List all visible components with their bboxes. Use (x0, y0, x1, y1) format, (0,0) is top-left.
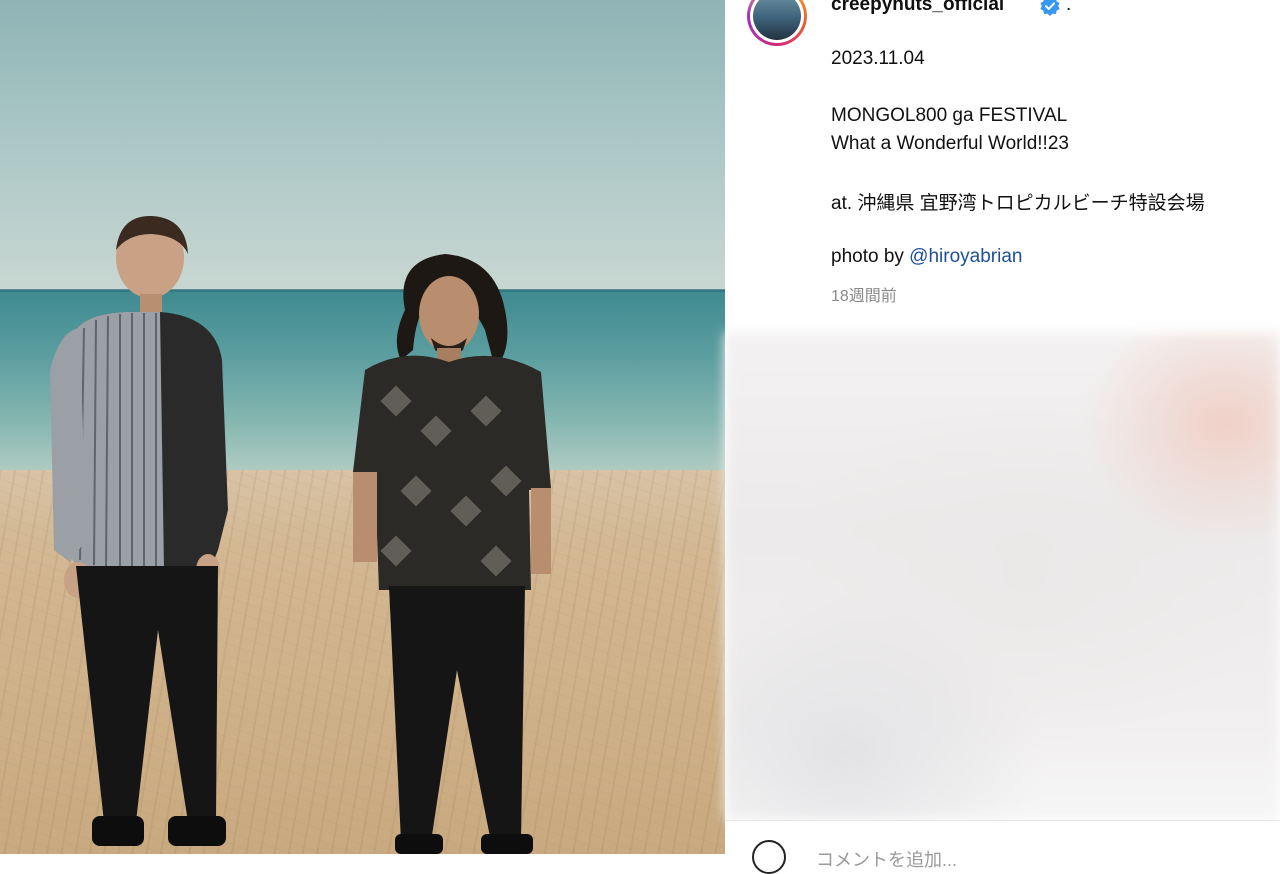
caption-date: 2023.11.04 (831, 48, 925, 69)
caption-location: at. 沖縄県 宜野湾トロピカルビーチ特設会場 (831, 193, 1205, 214)
verified-badge-icon (1040, 0, 1060, 16)
username-link[interactable]: creepyhuts_official (831, 0, 1004, 16)
comment-input[interactable]: コメントを追加... (816, 846, 957, 872)
comment-bar (725, 820, 1280, 855)
post-photo[interactable] (0, 0, 725, 854)
photo-credit-prefix: photo by (831, 246, 910, 267)
emoji-icon[interactable] (752, 840, 786, 874)
avatar-image (753, 0, 801, 40)
caption-event-line-1: MONGOL800 ga FESTIVAL (831, 105, 1068, 126)
post-time-ago[interactable]: 18週間前 (831, 282, 897, 306)
person-left (50, 215, 228, 846)
caption-separator: . (1066, 0, 1072, 15)
caption-event-line-2: What a Wonderful World!!23 (831, 133, 1069, 154)
post-caption (725, 0, 1280, 333)
comments-area-blurred (725, 333, 1280, 820)
person-right (353, 254, 551, 854)
photo-credit-handle-link[interactable]: @hiroyabrian (909, 246, 1022, 267)
avatar-ring-gap (750, 0, 804, 43)
caption-photo-credit: photo by @hiroyabrian (831, 246, 1022, 268)
